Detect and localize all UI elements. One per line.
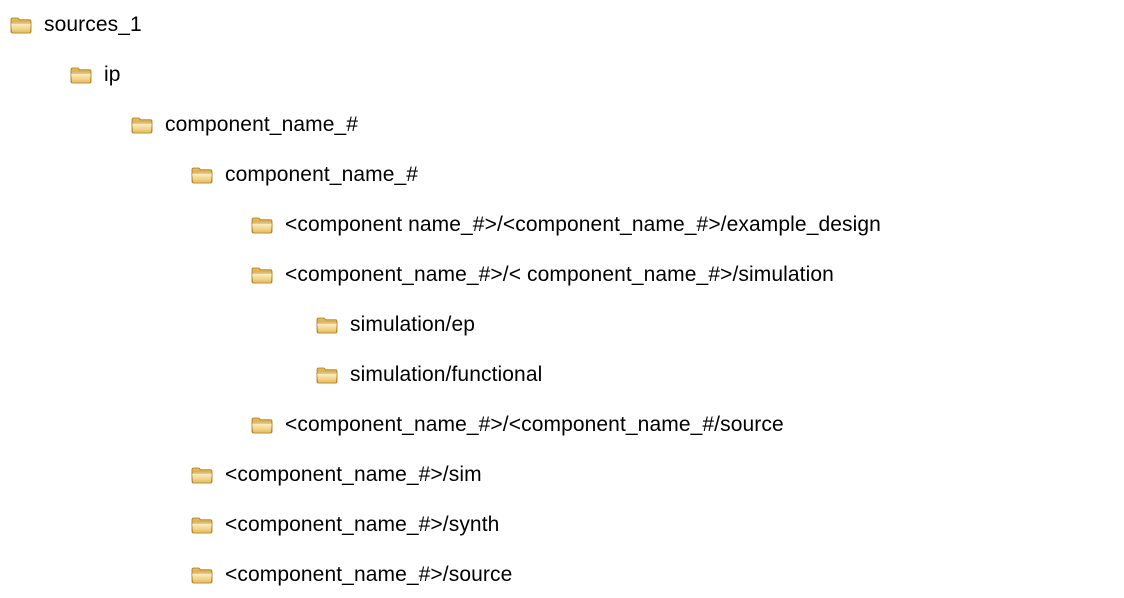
folder-icon — [10, 16, 32, 34]
tree-item-label: simulation/functional — [350, 363, 543, 386]
tree-item-label: <component_name_#>/source — [225, 563, 513, 586]
folder-icon — [251, 266, 273, 284]
folder-icon — [191, 566, 213, 584]
tree-item-simulation[interactable]: <component_name_#>/< component_name_#>/s… — [251, 260, 834, 290]
tree-item-label: component_name_# — [225, 163, 419, 186]
tree-item-source[interactable]: <component_name_#>/source — [191, 560, 512, 590]
tree-item-label: ip — [104, 63, 121, 86]
tree-item-label: <component_name_#>/<component_name_#/sou… — [285, 413, 784, 436]
tree-item-sources-1[interactable]: sources_1 — [10, 10, 142, 40]
tree-item-ip[interactable]: ip — [70, 60, 121, 90]
tree-item-label: <component name_#>/<component_name_#>/ex… — [285, 213, 881, 236]
folder-tree: sources_1 ip component_name_# component_… — [0, 0, 1124, 598]
folder-icon — [316, 366, 338, 384]
tree-item-label: sources_1 — [44, 13, 142, 36]
folder-icon — [70, 66, 92, 84]
tree-item-label: component_name_# — [165, 113, 359, 136]
folder-icon — [316, 316, 338, 334]
folder-icon — [191, 466, 213, 484]
tree-item-component-name-inner[interactable]: component_name_# — [191, 160, 418, 190]
tree-item-synth[interactable]: <component_name_#>/synth — [191, 510, 499, 540]
folder-icon — [251, 416, 273, 434]
folder-icon — [191, 516, 213, 534]
folder-icon — [191, 166, 213, 184]
tree-item-simulation-functional[interactable]: simulation/functional — [316, 360, 542, 390]
tree-item-example-design[interactable]: <component name_#>/<component_name_#>/ex… — [251, 210, 881, 240]
tree-item-label: simulation/ep — [350, 313, 476, 336]
tree-item-component-name[interactable]: component_name_# — [131, 110, 358, 140]
tree-item-label: <component_name_#>/< component_name_#>/s… — [285, 263, 834, 286]
tree-item-simulation-ep[interactable]: simulation/ep — [316, 310, 475, 340]
folder-icon — [131, 116, 153, 134]
folder-icon — [251, 216, 273, 234]
tree-item-label: <component_name_#>/synth — [225, 513, 500, 536]
tree-item-inner-source[interactable]: <component_name_#>/<component_name_#/sou… — [251, 410, 784, 440]
tree-item-sim[interactable]: <component_name_#>/sim — [191, 460, 482, 490]
tree-item-label: <component_name_#>/sim — [225, 463, 482, 486]
